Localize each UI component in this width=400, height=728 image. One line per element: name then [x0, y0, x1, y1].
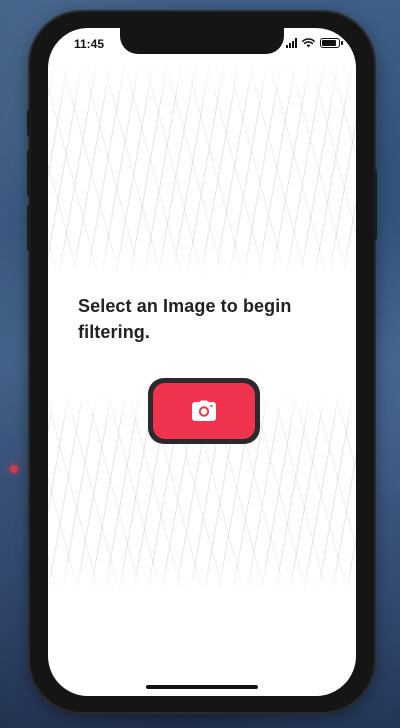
select-image-prompt: Select an Image to begin filtering.	[78, 296, 292, 342]
battery-icon	[320, 38, 343, 48]
volume-up-button	[27, 150, 31, 196]
cellular-signal-icon	[286, 38, 297, 48]
app-screen: 11:45 Select an Image to begin filtering…	[48, 28, 356, 696]
wallpaper-light	[10, 465, 18, 473]
status-time: 11:45	[74, 37, 105, 51]
home-indicator[interactable]	[146, 685, 258, 689]
power-button	[373, 170, 377, 240]
status-bar: 11:45	[48, 28, 356, 58]
camera-icon	[192, 400, 216, 421]
volume-down-button	[27, 205, 31, 251]
wifi-icon	[302, 38, 315, 48]
camera-button-face[interactable]	[153, 383, 255, 439]
status-icons	[286, 38, 343, 48]
background-texture-top	[48, 58, 356, 278]
silent-switch	[27, 110, 31, 136]
camera-button[interactable]	[148, 378, 260, 444]
